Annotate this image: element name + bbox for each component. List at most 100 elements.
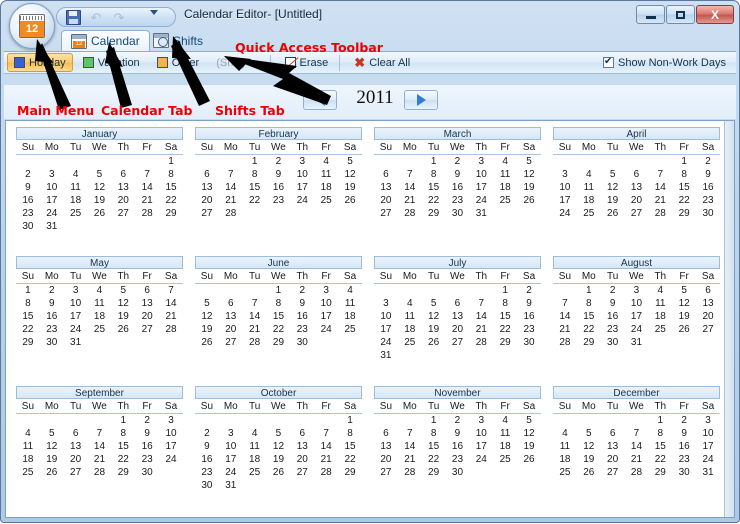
day-cell[interactable]: 4: [16, 427, 40, 440]
day-cell[interactable]: 1: [16, 284, 40, 298]
day-cell[interactable]: 1: [422, 413, 446, 427]
day-cell[interactable]: 21: [243, 323, 267, 336]
day-cell[interactable]: 8: [159, 168, 183, 181]
day-cell[interactable]: 28: [398, 207, 422, 220]
day-cell[interactable]: 16: [16, 194, 40, 207]
day-cell[interactable]: 13: [625, 181, 649, 194]
day-cell[interactable]: 19: [195, 323, 219, 336]
day-cell[interactable]: 19: [577, 453, 601, 466]
day-cell[interactable]: 12: [517, 427, 541, 440]
day-cell[interactable]: 28: [88, 466, 112, 479]
day-cell[interactable]: 6: [625, 168, 649, 181]
day-cell[interactable]: 16: [672, 440, 696, 453]
day-cell[interactable]: 26: [111, 323, 135, 336]
day-cell[interactable]: 11: [88, 297, 112, 310]
day-cell[interactable]: 12: [267, 440, 291, 453]
day-cell[interactable]: 7: [398, 168, 422, 181]
day-cell[interactable]: 15: [16, 310, 40, 323]
day-cell[interactable]: 21: [398, 194, 422, 207]
day-cell[interactable]: 23: [517, 323, 541, 336]
day-cell[interactable]: 26: [267, 466, 291, 479]
day-cell[interactable]: 26: [40, 466, 64, 479]
day-cell[interactable]: 14: [314, 440, 338, 453]
day-cell[interactable]: 16: [135, 440, 159, 453]
day-cell[interactable]: 20: [625, 194, 649, 207]
day-cell[interactable]: 3: [40, 168, 64, 181]
day-cell[interactable]: 27: [601, 466, 625, 479]
day-cell[interactable]: 13: [290, 440, 314, 453]
day-cell[interactable]: 5: [111, 284, 135, 298]
day-cell[interactable]: 13: [219, 310, 243, 323]
day-cell[interactable]: 2: [696, 155, 720, 169]
day-cell[interactable]: 20: [446, 323, 470, 336]
day-cell[interactable]: 24: [219, 466, 243, 479]
day-cell[interactable]: 18: [16, 453, 40, 466]
day-cell[interactable]: 15: [577, 310, 601, 323]
day-cell[interactable]: 20: [219, 323, 243, 336]
day-cell[interactable]: 19: [111, 310, 135, 323]
day-cell[interactable]: 6: [64, 427, 88, 440]
day-cell[interactable]: 25: [648, 323, 672, 336]
day-cell[interactable]: 15: [493, 310, 517, 323]
day-cell[interactable]: 28: [159, 323, 183, 336]
day-cell[interactable]: 11: [314, 168, 338, 181]
day-cell[interactable]: 21: [648, 194, 672, 207]
day-cell[interactable]: 4: [577, 168, 601, 181]
day-cell[interactable]: 17: [159, 440, 183, 453]
day-cell[interactable]: 9: [696, 168, 720, 181]
day-cell[interactable]: 7: [469, 297, 493, 310]
day-cell[interactable]: 7: [243, 297, 267, 310]
other-button[interactable]: Other: [150, 53, 207, 72]
day-cell[interactable]: 3: [469, 413, 493, 427]
day-cell[interactable]: 23: [135, 453, 159, 466]
day-cell[interactable]: 4: [648, 284, 672, 298]
day-cell[interactable]: 1: [243, 155, 267, 169]
day-cell[interactable]: 4: [314, 155, 338, 169]
day-cell[interactable]: 19: [422, 323, 446, 336]
day-cell[interactable]: 28: [553, 336, 577, 349]
day-cell[interactable]: 12: [40, 440, 64, 453]
day-cell[interactable]: 10: [40, 181, 64, 194]
day-cell[interactable]: 29: [159, 207, 183, 220]
day-cell[interactable]: 20: [111, 194, 135, 207]
day-cell[interactable]: 26: [577, 466, 601, 479]
day-cell[interactable]: 29: [338, 466, 362, 479]
day-cell[interactable]: 30: [672, 466, 696, 479]
day-cell[interactable]: 28: [243, 336, 267, 349]
day-cell[interactable]: 15: [672, 181, 696, 194]
undo-icon[interactable]: ↶: [88, 9, 104, 25]
day-cell[interactable]: 29: [422, 466, 446, 479]
day-cell[interactable]: 16: [446, 181, 470, 194]
day-cell[interactable]: 29: [16, 336, 40, 349]
day-cell[interactable]: 19: [672, 310, 696, 323]
day-cell[interactable]: 4: [493, 155, 517, 169]
tab-calendar[interactable]: 12 Calendar: [61, 30, 150, 51]
day-cell[interactable]: 18: [88, 310, 112, 323]
day-cell[interactable]: 9: [517, 297, 541, 310]
day-cell[interactable]: 3: [374, 297, 398, 310]
day-cell[interactable]: 24: [553, 207, 577, 220]
day-cell[interactable]: 27: [696, 323, 720, 336]
day-cell[interactable]: 6: [446, 297, 470, 310]
day-cell[interactable]: 2: [195, 427, 219, 440]
day-cell[interactable]: 30: [601, 336, 625, 349]
day-cell[interactable]: 10: [159, 427, 183, 440]
day-cell[interactable]: 30: [16, 220, 40, 233]
day-cell[interactable]: 6: [696, 284, 720, 298]
day-cell[interactable]: 24: [314, 323, 338, 336]
day-cell[interactable]: 2: [446, 155, 470, 169]
day-cell[interactable]: 21: [88, 453, 112, 466]
day-cell[interactable]: 22: [16, 323, 40, 336]
day-cell[interactable]: 9: [267, 168, 291, 181]
day-cell[interactable]: 23: [446, 194, 470, 207]
day-cell[interactable]: 15: [267, 310, 291, 323]
day-cell[interactable]: 28: [314, 466, 338, 479]
day-cell[interactable]: 10: [625, 297, 649, 310]
day-cell[interactable]: 23: [40, 323, 64, 336]
day-cell[interactable]: 17: [625, 310, 649, 323]
day-cell[interactable]: 16: [267, 181, 291, 194]
day-cell[interactable]: 3: [159, 413, 183, 427]
day-cell[interactable]: 9: [672, 427, 696, 440]
day-cell[interactable]: 8: [338, 427, 362, 440]
day-cell[interactable]: 24: [696, 453, 720, 466]
